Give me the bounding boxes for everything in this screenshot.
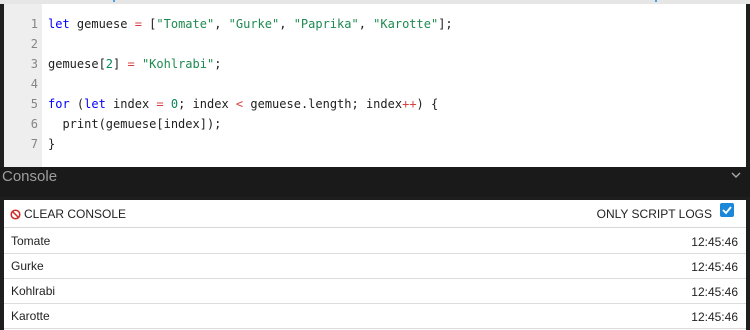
log-timestamp: 12:45:46	[691, 285, 738, 299]
code-line[interactable]: 5 for (let index = 0; index < gemuese.len…	[4, 94, 746, 114]
code-token: for	[48, 97, 70, 111]
chevron-down-icon[interactable]	[730, 169, 742, 181]
console-header[interactable]: Console	[0, 167, 750, 197]
code-text: let gemuese = ["Tomate", "Gurke", "Papri…	[48, 14, 453, 34]
line-number: 7	[30, 137, 38, 151]
only-script-logs-checkbox[interactable]	[720, 203, 734, 217]
log-row: Gurke 12:45:46	[4, 253, 746, 279]
console-panel: CLEAR CONSOLE ONLY SCRIPT LOGS Tomate 12:…	[4, 200, 746, 330]
console-toolbar: CLEAR CONSOLE ONLY SCRIPT LOGS	[4, 200, 746, 228]
log-timestamp: 12:45:46	[691, 235, 738, 249]
code-token: [	[141, 17, 157, 31]
line-number: 4	[30, 77, 38, 91]
code-token: gemuese.length; index	[243, 97, 403, 111]
line-number: 2	[30, 37, 38, 51]
code-token: ,	[279, 17, 294, 31]
code-token: ++	[402, 97, 417, 111]
only-script-logs-label: ONLY SCRIPT LOGS	[596, 207, 712, 221]
code-text: print(gemuese[index]);	[48, 114, 221, 134]
code-token: gemuese	[69, 17, 135, 31]
code-token: (	[69, 97, 85, 111]
check-icon	[722, 206, 732, 215]
code-text: gemuese[2] = "Kohlrabi";	[48, 54, 221, 74]
code-line[interactable]: 6 print(gemuese[index]);	[4, 114, 746, 134]
code-token: let	[84, 97, 106, 111]
log-row: Tomate 12:45:46	[4, 228, 746, 254]
console-title: Console	[2, 168, 58, 185]
code-token: ;	[214, 57, 222, 71]
code-line[interactable]: 1 let gemuese = ["Tomate", "Gurke", "Papr…	[4, 14, 746, 34]
log-timestamp: 12:45:46	[691, 310, 738, 324]
code-line[interactable]: 2	[4, 34, 746, 54]
code-token: ,	[214, 17, 229, 31]
no-entry-icon	[10, 208, 21, 220]
code-editor[interactable]: 1 let gemuese = ["Tomate", "Gurke", "Papr…	[4, 4, 746, 167]
code-line[interactable]: 7}	[4, 134, 746, 154]
line-number: 5	[30, 97, 38, 111]
code-text: }	[48, 134, 55, 154]
code-token: "Gurke"	[228, 17, 280, 31]
code-text: for (let index = 0; index < gemuese.leng…	[48, 94, 438, 114]
code-token: gemuese[	[48, 57, 106, 71]
line-number: 6	[30, 117, 38, 131]
clear-console-label: CLEAR CONSOLE	[24, 207, 127, 221]
code-token: }	[48, 137, 56, 151]
log-row: Kohlrabi 12:45:46	[4, 278, 746, 304]
code-token: "Kohlrabi"	[141, 57, 215, 71]
line-number: 1	[30, 17, 38, 31]
code-token: =	[156, 97, 164, 111]
log-timestamp: 12:45:46	[691, 260, 738, 274]
code-token: 2	[105, 57, 114, 71]
code-token: print(gemuese[index]);	[48, 117, 222, 131]
code-token: "Tomate"	[156, 17, 215, 31]
log-row: Karotte 12:45:46	[4, 303, 746, 329]
log-message: Gurke	[11, 259, 44, 273]
log-message: Kohlrabi	[11, 284, 56, 298]
code-token: ];	[438, 17, 453, 31]
code-token: ]	[113, 57, 128, 71]
code-token: ; index	[178, 97, 236, 111]
code-token: "Karotte"	[373, 17, 439, 31]
code-token: =	[127, 57, 135, 71]
code-line[interactable]: 4	[4, 74, 746, 94]
code-token: ) {	[416, 97, 439, 111]
code-token: index	[105, 97, 157, 111]
log-message: Karotte	[11, 309, 50, 323]
code-token: "Paprika"	[293, 17, 359, 31]
strip-marker	[113, 0, 115, 2]
code-token: let	[48, 17, 70, 31]
clear-console-button[interactable]: CLEAR CONSOLE	[10, 207, 126, 221]
strip-marker	[655, 0, 657, 2]
log-message: Tomate	[11, 234, 51, 248]
line-number: 3	[30, 57, 38, 71]
code-token: =	[134, 17, 142, 31]
code-token: ,	[358, 17, 374, 31]
code-line[interactable]: 3 gemuese[2] = "Kohlrabi";	[4, 54, 746, 74]
